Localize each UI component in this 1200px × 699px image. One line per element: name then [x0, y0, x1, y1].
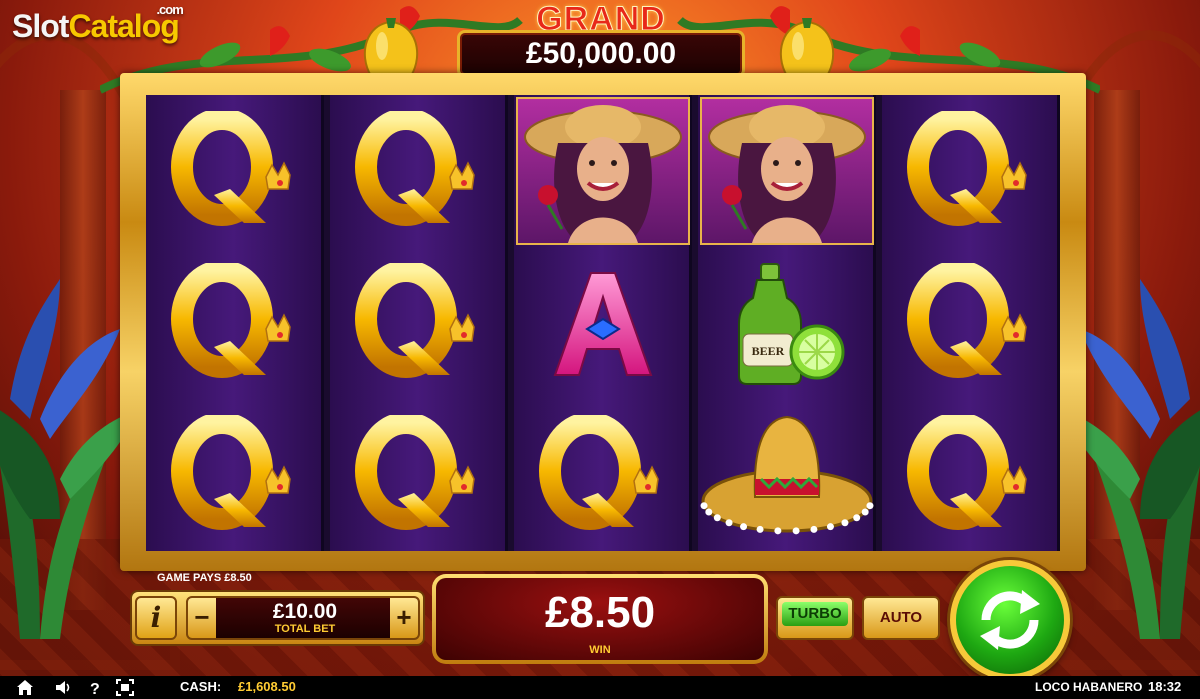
symbol-queen-icon [330, 399, 508, 551]
home-icon[interactable] [16, 679, 34, 696]
symbol-queen-icon [146, 95, 324, 247]
symbol-ace-icon [514, 247, 692, 399]
reel-5 [882, 95, 1060, 551]
reel-2 [330, 95, 508, 551]
svg-text:?: ? [90, 681, 100, 696]
turbo-label: TURBO [782, 602, 848, 626]
total-bet-label: TOTAL BET [274, 623, 336, 635]
win-display: £8.50 WIN [432, 574, 768, 664]
auto-button[interactable]: AUTO [862, 596, 940, 640]
grand-jackpot: GRAND £50,000.00 [455, 0, 747, 82]
symbol-beer-lime-icon: BEER [698, 247, 876, 399]
symbol-queen-icon [146, 399, 324, 551]
left-plant-icon [0, 279, 140, 639]
symbol-lady-icon [514, 95, 692, 247]
reel-4: BEER [698, 95, 876, 551]
symbol-queen-icon [882, 95, 1060, 247]
spin-button[interactable] [950, 560, 1070, 680]
win-label: WIN [589, 644, 611, 656]
reel-frame: BEER [120, 73, 1086, 571]
symbol-sombrero-icon [698, 399, 876, 551]
total-bet-control: − £10.00 TOTAL BET + [186, 596, 420, 640]
spin-arrows-icon [980, 590, 1040, 650]
symbol-queen-icon [330, 95, 508, 247]
svg-text:BEER: BEER [752, 344, 785, 358]
game-pays-text: GAME PAYS £8.50 [157, 572, 252, 584]
site-logo: SlotCatalog .com [12, 2, 184, 44]
game-name: LOCO HABANERO [1035, 680, 1143, 694]
win-value: £8.50 [544, 588, 656, 637]
status-bar: ? CASH: £1,608.50 LOCO HABANERO 18:32 [0, 676, 1200, 699]
symbol-queen-icon [330, 247, 508, 399]
symbol-queen-icon [146, 247, 324, 399]
total-bet-value: £10.00 [272, 600, 338, 623]
symbol-queen-icon [882, 399, 1060, 551]
info-button[interactable]: i [135, 596, 177, 640]
decrease-bet-button[interactable]: − [188, 598, 216, 638]
help-icon[interactable]: ? [86, 679, 104, 696]
cash-value: £1,608.50 [238, 679, 296, 694]
reel-3 [514, 95, 692, 551]
jackpot-value-box: £50,000.00 [457, 30, 745, 78]
fullscreen-icon[interactable] [116, 679, 134, 696]
reel-1 [146, 95, 324, 551]
symbol-lady-icon [698, 95, 876, 247]
symbol-queen-icon [514, 399, 692, 551]
turbo-button[interactable]: TURBO [776, 596, 854, 640]
reel-grid: BEER [146, 95, 1060, 551]
clock: 18:32 [1148, 679, 1182, 694]
symbol-queen-icon [882, 247, 1060, 399]
increase-bet-button[interactable]: + [390, 598, 418, 638]
jackpot-value: £50,000.00 [525, 37, 677, 70]
cash-label: CASH: [180, 679, 222, 694]
sound-icon[interactable] [54, 679, 72, 696]
